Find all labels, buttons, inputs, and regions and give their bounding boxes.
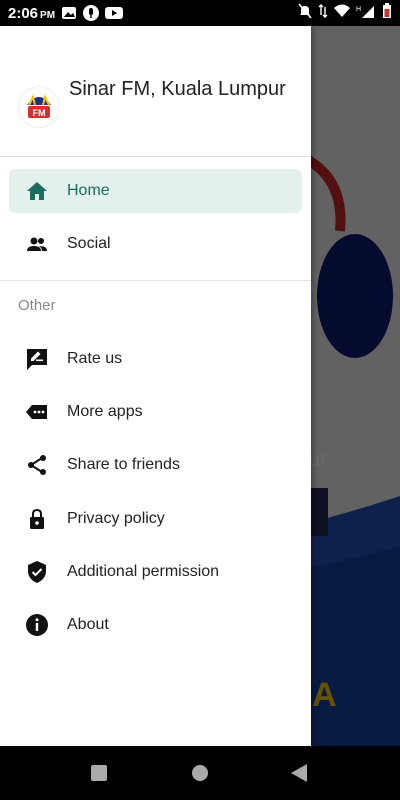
rate-icon bbox=[25, 347, 49, 371]
status-time: 2:06 PM bbox=[8, 4, 56, 22]
home-button[interactable] bbox=[192, 765, 208, 786]
battery-icon bbox=[382, 2, 392, 24]
station-name: Sinar FM, Kuala Lumpur bbox=[69, 78, 286, 100]
share-icon bbox=[25, 453, 49, 477]
drawer-item-label: Privacy policy bbox=[67, 510, 165, 527]
more-apps-icon bbox=[25, 400, 49, 424]
drawer-item-label: Share to friends bbox=[67, 456, 180, 473]
status-bar: 2:06 PM H bbox=[0, 0, 400, 26]
people-icon bbox=[25, 232, 49, 256]
microphone-notification-icon bbox=[83, 5, 100, 21]
home-icon bbox=[25, 179, 49, 203]
drawer-item-label: About bbox=[67, 616, 109, 633]
mute-icon bbox=[298, 2, 312, 24]
drawer-item-label: More apps bbox=[67, 403, 143, 420]
navigation-drawer: FM Sinar FM, Kuala Lumpur Home Social Ot… bbox=[0, 26, 311, 746]
drawer-item-label: Social bbox=[67, 235, 111, 252]
svg-text:FM: FM bbox=[33, 108, 46, 118]
wifi-icon bbox=[334, 4, 350, 23]
drawer-item-about[interactable]: About bbox=[9, 603, 302, 647]
shield-check-icon bbox=[25, 560, 49, 584]
drawer-item-share[interactable]: Share to friends bbox=[9, 443, 302, 487]
system-navigation-bar bbox=[0, 746, 400, 800]
drawer-item-label: Rate us bbox=[67, 350, 123, 367]
drawer-item-home[interactable]: Home bbox=[9, 169, 302, 213]
svg-text:H: H bbox=[356, 6, 361, 13]
back-button[interactable] bbox=[290, 764, 308, 787]
signal-icon: H bbox=[356, 4, 376, 23]
drawer-item-label: Additional permission bbox=[67, 563, 220, 580]
drawer-item-rate-us[interactable]: Rate us bbox=[9, 337, 302, 381]
info-icon bbox=[25, 613, 49, 637]
lock-icon bbox=[25, 507, 49, 531]
drawer-item-social[interactable]: Social bbox=[9, 222, 302, 266]
data-arrows-icon bbox=[318, 3, 328, 24]
drawer-item-label: Home bbox=[67, 182, 110, 199]
drawer-header: FM Sinar FM, Kuala Lumpur bbox=[0, 26, 311, 157]
station-logo: FM bbox=[18, 86, 60, 128]
youtube-notification-icon bbox=[105, 6, 124, 20]
section-label-other: Other bbox=[18, 297, 56, 314]
drawer-divider bbox=[0, 280, 311, 281]
recents-button[interactable] bbox=[91, 765, 107, 786]
drawer-item-more-apps[interactable]: More apps bbox=[9, 390, 302, 434]
drawer-item-additional-permission[interactable]: Additional permission bbox=[9, 550, 302, 594]
drawer-item-privacy-policy[interactable]: Privacy policy bbox=[9, 497, 302, 541]
photo-notification-icon bbox=[61, 6, 77, 20]
